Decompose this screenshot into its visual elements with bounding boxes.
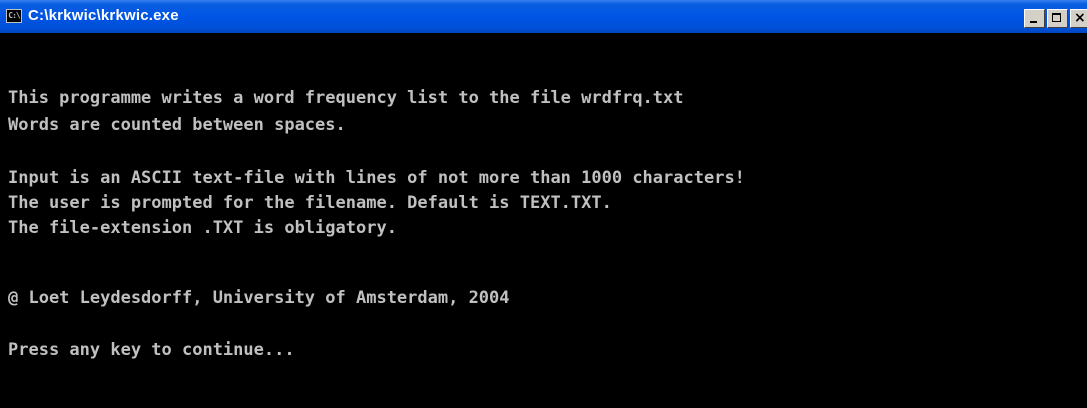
console-line: Press any key to continue... xyxy=(8,340,295,360)
console-output[interactable]: This programme writes a word frequency l… xyxy=(0,33,1087,408)
close-button[interactable]: × xyxy=(1070,9,1087,28)
console-line: @ Loet Leydesdorff, University of Amster… xyxy=(8,288,510,308)
minimize-icon xyxy=(1030,21,1037,23)
maximize-icon xyxy=(1052,13,1061,22)
close-icon: × xyxy=(1074,10,1086,26)
console-line: Input is an ASCII text-file with lines o… xyxy=(8,168,745,188)
minimize-button[interactable] xyxy=(1024,9,1045,28)
window-title: C:\krkwic\krkwic.exe xyxy=(28,7,179,24)
console-app-icon[interactable]: C:\ xyxy=(6,9,22,23)
console-line: This programme writes a word frequency l… xyxy=(8,88,684,108)
console-line: Words are counted between spaces. xyxy=(8,115,346,135)
window-controls: × xyxy=(1022,9,1087,29)
console-window: C:\ C:\krkwic\krkwic.exe × This programm… xyxy=(0,0,1087,408)
maximize-button[interactable] xyxy=(1047,9,1068,28)
console-line: The file-extension .TXT is obligatory. xyxy=(8,218,397,238)
console-line: The user is prompted for the filename. D… xyxy=(8,193,612,213)
title-bar[interactable]: C:\ C:\krkwic\krkwic.exe × xyxy=(0,0,1087,33)
